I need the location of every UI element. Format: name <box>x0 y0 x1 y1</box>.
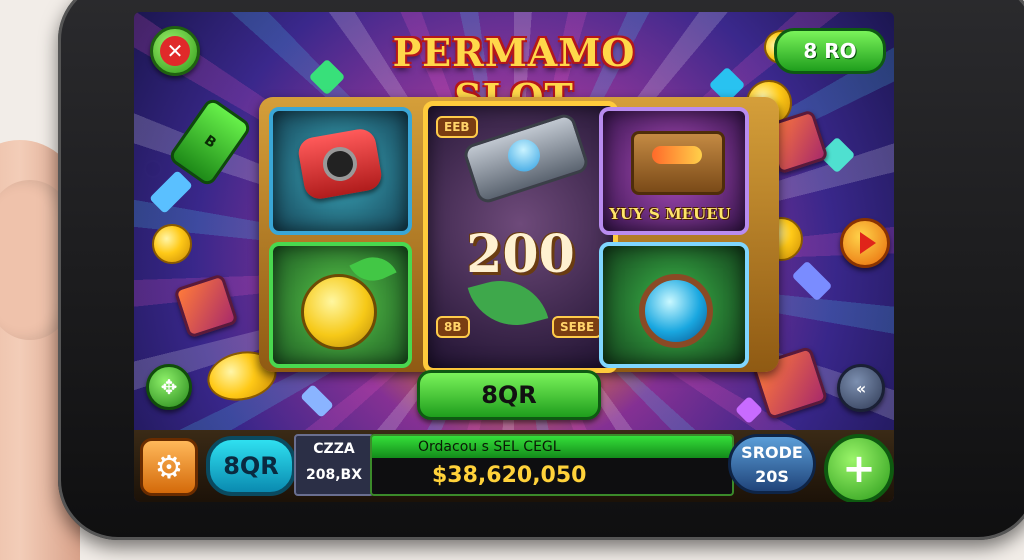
spin-button[interactable]: 8QR <box>417 370 601 420</box>
bottom-bar: ⚙ 8QR CZZA 208,BX Ordacou s SEL CEGL $38… <box>134 430 894 502</box>
side-right-button[interactable]: « <box>837 364 885 412</box>
stat-label-box: CZZA 208,BX <box>294 434 374 496</box>
reel-symbol-lens <box>599 242 749 368</box>
count-badge: SRODE 20S <box>728 434 816 494</box>
reel-symbol-center: EEB 200 8B SEBE <box>423 101 618 373</box>
stat-label-bottom: 208,BX <box>305 467 362 483</box>
slot-reels: EEB 200 8B SEBE YUY S MEUEU <box>259 97 779 373</box>
gem-icon <box>502 133 546 178</box>
center-number: 200 <box>466 224 575 285</box>
gear-icon: ⚙ <box>154 448 184 486</box>
close-icon: ✕ <box>160 36 190 66</box>
add-button[interactable]: + <box>824 434 894 502</box>
fruit-symbol-icon <box>301 274 377 350</box>
top-balance-badge[interactable]: 8 RO <box>774 28 886 74</box>
reel-symbol-chest: YUY S MEUEU <box>599 107 749 235</box>
visor-icon <box>652 146 702 164</box>
bag-symbol-icon <box>296 126 384 202</box>
reel-symbol-bag <box>269 107 412 235</box>
stat-label-top: CZZA <box>313 441 355 457</box>
winnings-panel: Ordacou s SEL CEGL $38,620,050 <box>370 434 734 496</box>
close-button[interactable]: ✕ <box>150 26 200 76</box>
play-button[interactable] <box>840 218 890 268</box>
qr-button[interactable]: 8QR <box>206 436 296 496</box>
reel-symbol-fruit <box>269 242 412 368</box>
magnifier-symbol-icon <box>639 274 713 348</box>
winnings-caption: Ordacou s SEL CEGL <box>372 436 732 458</box>
coin-icon <box>152 224 192 264</box>
gadget-symbol-icon <box>461 111 591 206</box>
count-bottom: 20S <box>755 467 789 486</box>
count-top: SRODE <box>741 443 803 462</box>
side-left-button[interactable]: ✥ <box>146 364 192 410</box>
game-screen: B PERMAMO SLOT ✕ 8 RO EEB 200 8B SEBE YU… <box>134 12 894 502</box>
center-tag-right: SEBE <box>552 316 603 338</box>
play-icon <box>859 232 876 254</box>
settings-button[interactable]: ⚙ <box>140 438 198 496</box>
chest-symbol-icon <box>631 131 725 195</box>
winnings-amount: $38,620,050 <box>432 463 587 488</box>
center-tag-left: 8B <box>436 316 470 338</box>
chest-caption: YUY S MEUEU <box>609 205 731 223</box>
center-tag-top: EEB <box>436 116 478 138</box>
lens-icon <box>320 144 360 184</box>
